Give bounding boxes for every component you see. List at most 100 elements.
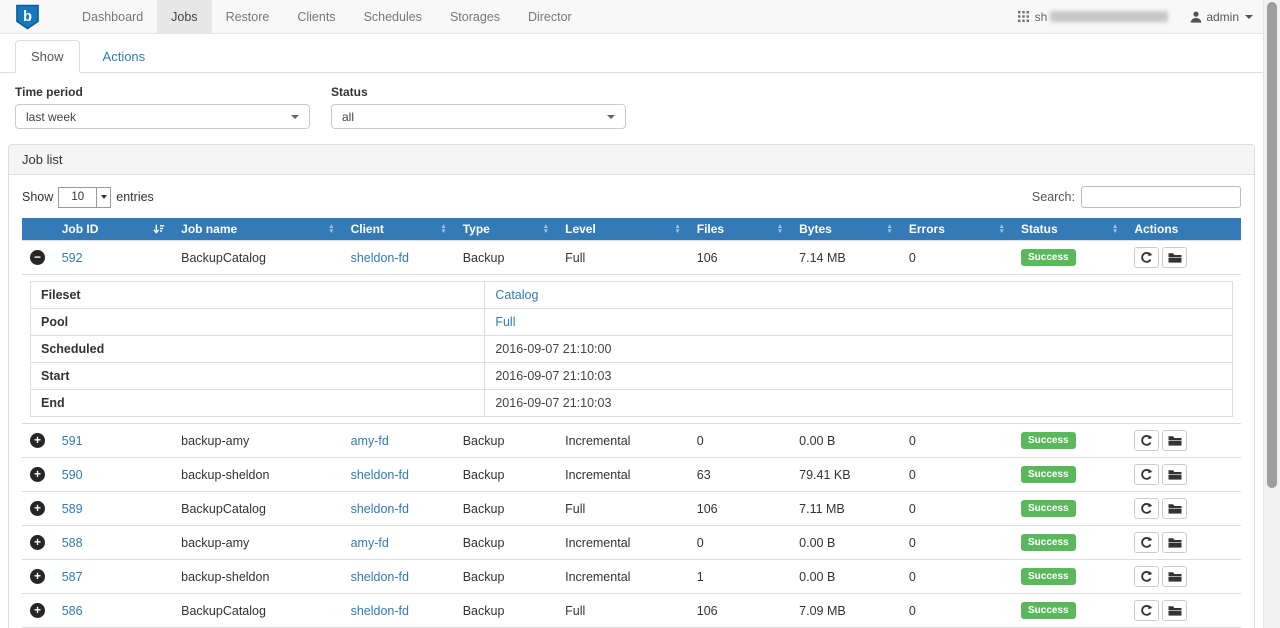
navbar-right: sh admin: [1018, 0, 1263, 33]
entries-per-page-select[interactable]: 10: [58, 187, 111, 208]
type-cell: Backup: [455, 241, 557, 275]
detail-row: End2016-09-07 21:10:03: [31, 390, 1233, 417]
client-link[interactable]: amy-fd: [351, 536, 389, 550]
rerun-job-button[interactable]: [1134, 247, 1159, 268]
errors-cell: 0: [901, 492, 1013, 526]
column-header-level[interactable]: Level▲▼: [557, 218, 689, 241]
bytes-cell: 0.00 B: [791, 560, 901, 594]
rerun-job-button[interactable]: [1134, 498, 1159, 519]
expand-row-icon[interactable]: +: [30, 535, 45, 550]
rerun-job-button[interactable]: [1134, 600, 1159, 621]
job-files-button[interactable]: [1162, 532, 1187, 553]
scrollbar-thumb[interactable]: [1267, 2, 1277, 488]
nav-item-dashboard[interactable]: Dashboard: [68, 0, 157, 33]
apps-grid-icon[interactable]: [1018, 11, 1029, 22]
table-row: +587backup-sheldonsheldon-fdBackupIncrem…: [22, 560, 1241, 594]
column-header-errors[interactable]: Errors▲▼: [901, 218, 1013, 241]
nav-item-storages[interactable]: Storages: [436, 0, 514, 33]
status-badge: Success: [1021, 568, 1076, 585]
files-cell: 1: [689, 560, 791, 594]
vertical-scrollbar[interactable]: [1263, 0, 1280, 628]
refresh-icon: [1140, 434, 1153, 447]
status-select[interactable]: all: [331, 104, 626, 129]
client-link[interactable]: sheldon-fd: [351, 251, 409, 265]
column-header-bytes[interactable]: Bytes▲▼: [791, 218, 901, 241]
expand-row-icon[interactable]: +: [30, 433, 45, 448]
nav-item-restore[interactable]: Restore: [212, 0, 284, 33]
column-label: Level: [565, 222, 596, 236]
status-badge: Success: [1021, 534, 1076, 551]
job-files-button[interactable]: [1162, 464, 1187, 485]
rerun-job-button[interactable]: [1134, 430, 1159, 451]
files-cell: 106: [689, 241, 791, 275]
files-cell: 63: [689, 458, 791, 492]
column-header-files[interactable]: Files▲▼: [689, 218, 791, 241]
chevron-down-icon: [101, 195, 107, 199]
job-detail-table: FilesetCatalogPoolFullScheduled2016-09-0…: [30, 281, 1233, 417]
time-period-select[interactable]: last week: [15, 104, 310, 129]
column-header-job-name[interactable]: Job name▲▼: [173, 218, 342, 241]
detail-label: Pool: [31, 309, 485, 336]
user-icon: [1190, 11, 1202, 23]
detail-value-link[interactable]: Full: [495, 315, 515, 329]
search-input[interactable]: [1081, 186, 1241, 208]
sort-icon: ▲▼: [1112, 224, 1118, 234]
column-header-job-id[interactable]: Job ID: [54, 218, 173, 241]
job-id-link[interactable]: 586: [62, 604, 83, 618]
column-header-client[interactable]: Client▲▼: [343, 218, 455, 241]
nav-item-director[interactable]: Director: [514, 0, 586, 33]
job-files-button[interactable]: [1162, 566, 1187, 587]
rerun-job-button[interactable]: [1134, 566, 1159, 587]
column-header-status[interactable]: Status▲▼: [1013, 218, 1126, 241]
page-tabs: ShowActions: [0, 34, 1263, 73]
detail-label: Start: [31, 363, 485, 390]
errors-cell: 0: [901, 594, 1013, 628]
collapse-row-icon[interactable]: −: [30, 250, 45, 265]
job-files-button[interactable]: [1162, 600, 1187, 621]
user-menu[interactable]: admin: [1190, 10, 1253, 24]
content: Time period last week Status all Job lis…: [0, 73, 1263, 628]
nav-item-clients[interactable]: Clients: [283, 0, 349, 33]
job-detail-row: FilesetCatalogPoolFullScheduled2016-09-0…: [22, 275, 1241, 424]
job-id-link[interactable]: 592: [62, 251, 83, 265]
bytes-cell: 7.11 MB: [791, 492, 901, 526]
job-id-link[interactable]: 587: [62, 570, 83, 584]
detail-value-link[interactable]: Catalog: [495, 288, 538, 302]
client-link[interactable]: sheldon-fd: [351, 468, 409, 482]
job-id-link[interactable]: 589: [62, 502, 83, 516]
nav-item-jobs[interactable]: Jobs: [157, 0, 211, 33]
sort-icon: ▲▼: [999, 224, 1005, 234]
bytes-cell: 7.09 MB: [791, 594, 901, 628]
host-name: sh: [1035, 10, 1169, 24]
nav-item-schedules[interactable]: Schedules: [350, 0, 436, 33]
client-link[interactable]: sheldon-fd: [351, 604, 409, 618]
tab-actions[interactable]: Actions: [87, 40, 162, 73]
job-id-link[interactable]: 590: [62, 468, 83, 482]
column-header-type[interactable]: Type▲▼: [455, 218, 557, 241]
expand-row-icon[interactable]: +: [30, 569, 45, 584]
rerun-job-button[interactable]: [1134, 532, 1159, 553]
client-link[interactable]: sheldon-fd: [351, 502, 409, 516]
client-link[interactable]: amy-fd: [351, 434, 389, 448]
user-name: admin: [1206, 10, 1239, 24]
job-files-button[interactable]: [1162, 430, 1187, 451]
files-cell: 0: [689, 424, 791, 458]
job-files-button[interactable]: [1162, 498, 1187, 519]
table-row: −592BackupCatalogsheldon-fdBackupFull106…: [22, 241, 1241, 275]
job-files-button[interactable]: [1162, 247, 1187, 268]
folder-icon: [1168, 605, 1182, 617]
baculum-logo[interactable]: b: [0, 0, 54, 33]
client-link[interactable]: sheldon-fd: [351, 570, 409, 584]
expand-row-icon[interactable]: +: [30, 603, 45, 618]
expand-row-icon[interactable]: +: [30, 501, 45, 516]
expand-row-icon[interactable]: +: [30, 467, 45, 482]
tab-show[interactable]: Show: [15, 40, 80, 73]
job-id-link[interactable]: 591: [62, 434, 83, 448]
files-cell: 106: [689, 492, 791, 526]
job-id-link[interactable]: 588: [62, 536, 83, 550]
select-dropdown: [96, 188, 110, 207]
panel-body: Show 10 entries Search: Job ID Job: [9, 175, 1254, 628]
rerun-job-button[interactable]: [1134, 464, 1159, 485]
level-cell: Full: [557, 241, 689, 275]
table-row: +588backup-amyamy-fdBackupIncremental00.…: [22, 526, 1241, 560]
